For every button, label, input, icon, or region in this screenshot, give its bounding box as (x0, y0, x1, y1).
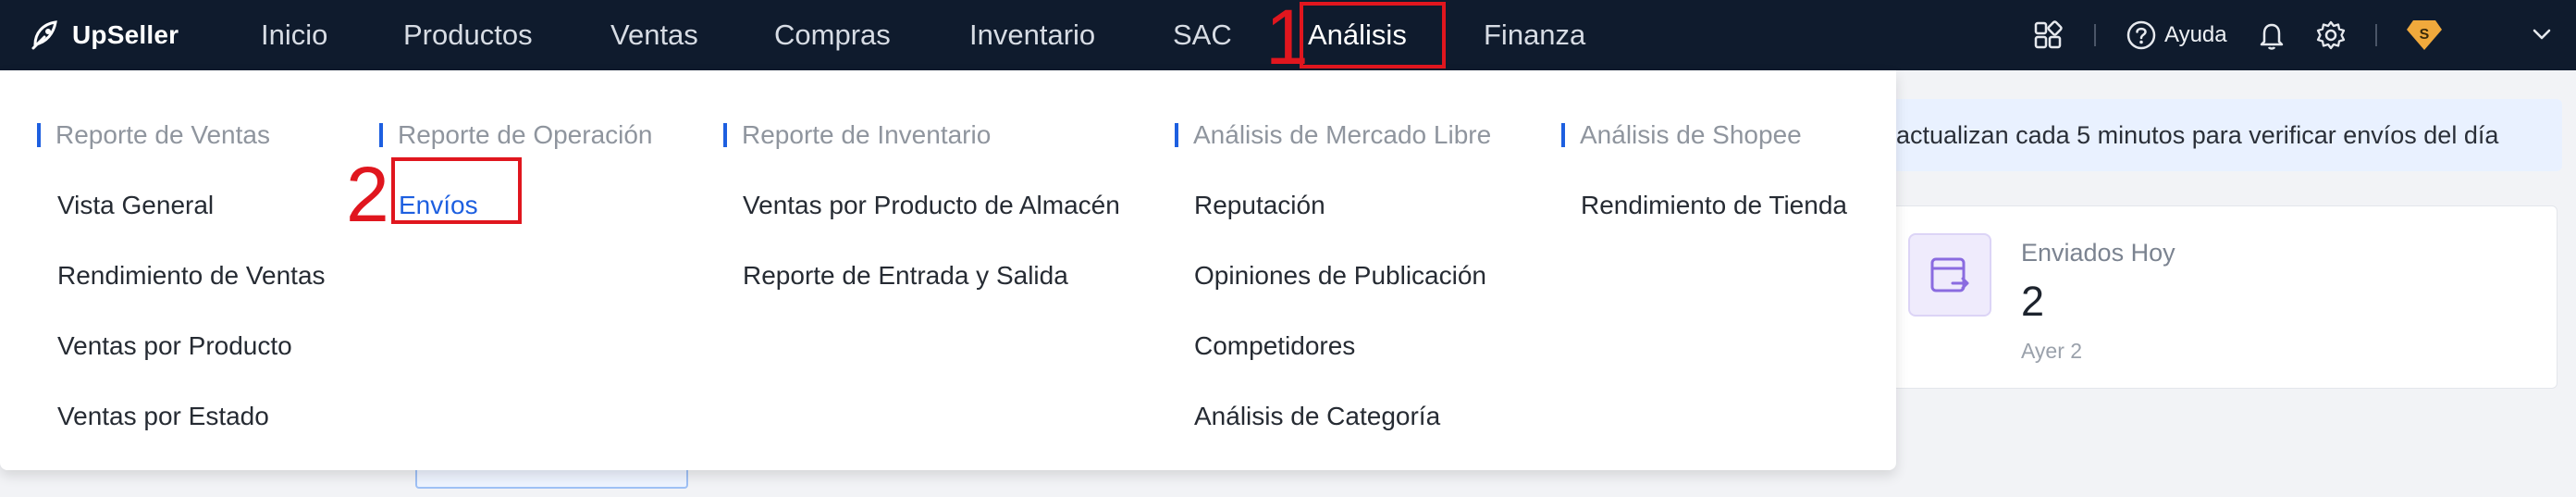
analisis-dropdown-menu: Reporte de Ventas Vista General Rendimie… (0, 70, 1896, 470)
upseller-logo[interactable]: UpSeller (28, 15, 179, 56)
user-avatar[interactable]: S (2405, 17, 2444, 54)
heading-marker (379, 123, 383, 147)
heading-marker (1561, 123, 1565, 147)
menu-link-analisis-categoria[interactable]: Análisis de Categoría (1194, 402, 1440, 431)
nav-item-productos[interactable]: Productos (403, 0, 533, 70)
menu-heading-reporte-inventario: Reporte de Inventario (723, 119, 991, 151)
annotation-step-2-number: 2 (346, 151, 389, 238)
menu-heading-shopee: Análisis de Shopee (1561, 119, 1802, 151)
upseller-logo-icon (31, 20, 57, 50)
notice-text: actualizan cada 5 minutos para verificar… (1896, 121, 2499, 149)
heading-label: Reporte de Inventario (742, 120, 992, 149)
nav-item-inventario[interactable]: Inventario (969, 0, 1095, 70)
brand-name: UpSeller (72, 20, 179, 49)
menu-link-ventas-por-estado[interactable]: Ventas por Estado (57, 402, 269, 431)
heading-label: Análisis de Shopee (1580, 120, 1802, 149)
menu-heading-mercado-libre: Análisis de Mercado Libre (1175, 119, 1491, 151)
chevron-down-icon[interactable] (2530, 22, 2554, 46)
annotation-step-1-box (1300, 2, 1446, 68)
nav-item-compras[interactable]: Compras (774, 0, 891, 70)
menu-heading-reporte-ventas: Reporte de Ventas (37, 119, 270, 151)
menu-link-ventas-por-producto[interactable]: Ventas por Producto (57, 331, 292, 361)
help-label: Ayuda (2164, 22, 2227, 47)
card-title: Enviados Hoy (2021, 239, 2175, 267)
menu-heading-reporte-operacion: Reporte de Operación (379, 119, 653, 151)
gear-icon[interactable] (2315, 0, 2347, 70)
menu-link-opiniones[interactable]: Opiniones de Publicación (1194, 261, 1486, 291)
help-icon (2126, 20, 2156, 50)
card-subtext: Ayer 2 (2021, 339, 2083, 363)
nav-item-ventas[interactable]: Ventas (610, 0, 698, 70)
card-value: 2 (2021, 278, 2045, 325)
nav-item-inicio[interactable]: Inicio (261, 0, 327, 70)
menu-link-entrada-salida[interactable]: Reporte de Entrada y Salida (743, 261, 1068, 291)
bell-icon[interactable] (2257, 0, 2286, 70)
nav-item-sac[interactable]: SAC (1173, 0, 1232, 70)
nav-item-finanza[interactable]: Finanza (1484, 0, 1585, 70)
menu-link-ventas-producto-almacen[interactable]: Ventas por Producto de Almacén (743, 191, 1120, 220)
heading-marker (1175, 123, 1178, 147)
heading-marker (723, 123, 727, 147)
heading-label: Reporte de Ventas (55, 120, 270, 149)
heading-marker (37, 123, 41, 147)
apps-grid-icon[interactable] (2033, 0, 2063, 70)
heading-label: Reporte de Operación (398, 120, 653, 149)
menu-link-rendimiento-tienda[interactable]: Rendimiento de Tienda (1581, 191, 1847, 220)
annotation-step-2-box (391, 157, 522, 224)
divider (2375, 24, 2377, 46)
menu-link-rendimiento-ventas[interactable]: Rendimiento de Ventas (57, 261, 326, 291)
divider (2094, 24, 2096, 46)
menu-link-vista-general[interactable]: Vista General (57, 191, 214, 220)
heading-label: Análisis de Mercado Libre (1193, 120, 1492, 149)
menu-link-competidores[interactable]: Competidores (1194, 331, 1355, 361)
shipment-icon (1908, 233, 1991, 317)
avatar-letter: S (2420, 27, 2430, 43)
help-button[interactable]: Ayuda (2126, 0, 2227, 70)
menu-link-reputacion[interactable]: Reputación (1194, 191, 1325, 220)
